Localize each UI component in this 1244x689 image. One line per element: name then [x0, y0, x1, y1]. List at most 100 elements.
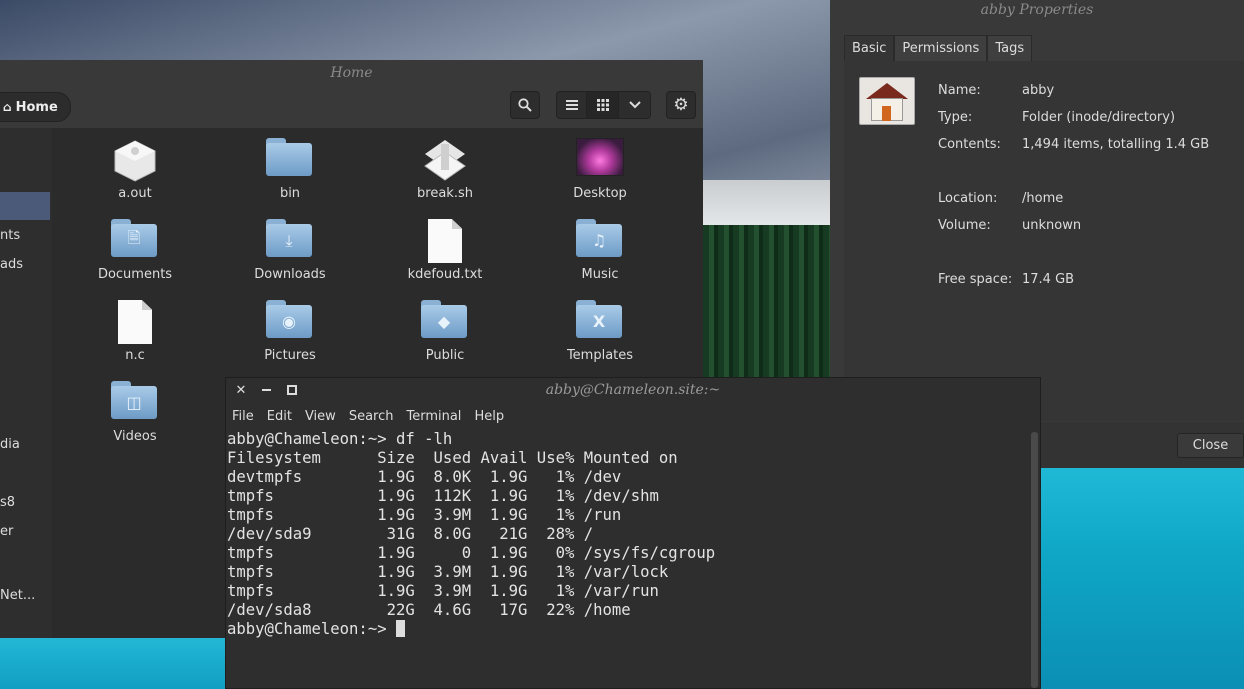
list-view-button[interactable] — [556, 91, 587, 119]
text-file-icon — [111, 300, 159, 346]
volume-label: Volume: — [938, 218, 991, 233]
contents-value: 1,494 items, totalling 1.4 GB — [1022, 137, 1210, 152]
sidebar-item-other[interactable]: er — [0, 524, 13, 539]
file-item-documents[interactable]: 🗎 Documents — [60, 209, 210, 282]
menu-edit[interactable]: Edit — [267, 409, 292, 424]
file-item-pictures[interactable]: ◉ Pictures — [215, 290, 365, 363]
file-label: Templates — [566, 348, 634, 363]
terminal-line: abby@Chameleon:~> df -lh — [227, 430, 453, 448]
terminal-line: /dev/sda8 22G 4.6G 17G 22% /home — [227, 601, 631, 619]
location-value: /home — [1022, 191, 1064, 206]
file-item-downloads[interactable]: ⤓ Downloads — [215, 209, 365, 282]
downloads-folder-icon: ⤓ — [266, 219, 314, 265]
grid-icon — [596, 99, 609, 111]
terminal-line: devtmpfs 1.9G 8.0K 1.9G 1% /dev — [227, 468, 622, 486]
folder-icon — [266, 138, 314, 184]
wallpaper-lake-left — [0, 638, 226, 689]
sidebar-item-documents[interactable]: nts — [0, 228, 20, 243]
file-item-videos[interactable]: ◫ Videos — [60, 371, 210, 444]
contents-label: Contents: — [938, 137, 1001, 152]
menu-file[interactable]: File — [232, 409, 254, 424]
settings-button[interactable]: ⚙ — [666, 91, 696, 119]
terminal-menubar: File Edit View Search Terminal Help — [226, 404, 1040, 428]
sidebar-item-network[interactable]: Net... — [0, 588, 35, 603]
file-label: Music — [581, 267, 619, 282]
file-item-n-c[interactable]: n.c — [60, 290, 210, 363]
file-label: Pictures — [264, 348, 316, 363]
terminal-line: tmpfs 1.9G 3.9M 1.9G 1% /run — [227, 506, 622, 524]
terminal-prompt: abby@Chameleon:~> — [227, 620, 396, 638]
free-space-value: 17.4 GB — [1022, 272, 1075, 287]
terminal-cursor — [396, 620, 405, 637]
path-home-label: Home — [15, 99, 58, 115]
terminal-line: Filesystem Size Used Avail Use% Mounted … — [227, 449, 678, 467]
volume-value: unknown — [1022, 218, 1082, 233]
tab-permissions[interactable]: Permissions — [894, 35, 988, 61]
script-icon — [421, 138, 469, 184]
file-label: Public — [425, 348, 465, 363]
terminal-line: /dev/sda9 31G 8.0G 21G 28% / — [227, 525, 594, 543]
tab-basic[interactable]: Basic — [844, 35, 895, 61]
file-label: Documents — [97, 267, 173, 282]
file-label: n.c — [125, 348, 145, 363]
public-folder-icon: ◆ — [421, 300, 469, 346]
menu-terminal[interactable]: Terminal — [406, 409, 461, 424]
terminal-line: tmpfs 1.9G 3.9M 1.9G 1% /var/run — [227, 582, 659, 600]
file-item-break-sh[interactable]: break.sh — [370, 128, 520, 201]
file-item-music[interactable]: ♫ Music — [525, 209, 675, 282]
wallpaper-forest — [703, 225, 830, 378]
window-title: Home — [330, 65, 373, 81]
package-icon — [111, 138, 159, 184]
window-title: abby Properties — [980, 2, 1094, 18]
sidebar: nts ads dia s8 er Net... — [0, 128, 52, 638]
file-item-templates[interactable]: X Templates — [525, 290, 675, 363]
menu-search[interactable]: Search — [349, 409, 394, 424]
location-label: Location: — [938, 191, 998, 206]
sidebar-item-downloads[interactable]: ads — [0, 257, 23, 272]
terminal-prompt-line: abby@Chameleon:~> — [227, 620, 1028, 639]
music-folder-icon: ♫ — [576, 219, 624, 265]
text-file-icon — [421, 219, 469, 265]
type-value: Folder (inode/directory) — [1022, 110, 1176, 125]
home-folder-icon — [859, 77, 915, 125]
type-label: Type: — [938, 110, 973, 125]
gear-icon: ⚙ — [673, 95, 689, 115]
sidebar-item-home[interactable] — [0, 192, 50, 220]
menu-view[interactable]: View — [305, 409, 336, 424]
terminal-window: ✕ abby@Chameleon.site:~ File Edit View S… — [225, 377, 1041, 689]
path-home-button[interactable]: ⌂ Home — [0, 92, 71, 122]
file-label: Videos — [113, 429, 157, 444]
file-label: bin — [279, 186, 301, 201]
file-item-bin[interactable]: bin — [215, 128, 365, 201]
view-options-button[interactable] — [618, 91, 651, 119]
close-button[interactable]: Close — [1177, 433, 1244, 458]
desktop-folder-icon — [576, 138, 624, 184]
grid-view-button[interactable] — [586, 91, 619, 119]
sidebar-item-media[interactable]: dia — [0, 437, 20, 452]
menu-help[interactable]: Help — [474, 409, 504, 424]
name-value: abby — [1022, 83, 1055, 98]
sidebar-item-sda8[interactable]: s8 — [0, 495, 15, 510]
terminal-output[interactable]: abby@Chameleon:~> df -lh Filesystem Size … — [226, 430, 1028, 688]
file-item-public[interactable]: ◆ Public — [370, 290, 520, 363]
window-title: abby@Chameleon.site:~ — [545, 382, 721, 398]
documents-folder-icon: 🗎 — [111, 219, 159, 265]
terminal-scrollbar[interactable] — [1031, 432, 1038, 688]
terminal-titlebar: ✕ abby@Chameleon.site:~ — [226, 378, 1040, 404]
file-label: Desktop — [573, 186, 627, 201]
terminal-line: tmpfs 1.9G 0 1.9G 0% /sys/fs/cgroup — [227, 544, 716, 562]
file-item-kdefoud-txt[interactable]: kdefoud.txt — [370, 209, 520, 282]
chevron-down-icon — [628, 101, 641, 109]
templates-folder-icon: X — [576, 300, 624, 346]
home-icon: ⌂ — [3, 100, 12, 114]
pictures-folder-icon: ◉ — [266, 300, 314, 346]
free-space-label: Free space: — [938, 272, 1013, 287]
list-icon — [565, 100, 578, 110]
file-label: Downloads — [254, 267, 326, 282]
file-label: kdefoud.txt — [407, 267, 483, 282]
file-item-a-out[interactable]: a.out — [60, 128, 210, 201]
tab-tags[interactable]: Tags — [987, 35, 1033, 61]
file-item-desktop[interactable]: Desktop — [525, 128, 675, 201]
search-button[interactable] — [510, 91, 540, 119]
terminal-line: tmpfs 1.9G 3.9M 1.9G 1% /var/lock — [227, 563, 669, 581]
